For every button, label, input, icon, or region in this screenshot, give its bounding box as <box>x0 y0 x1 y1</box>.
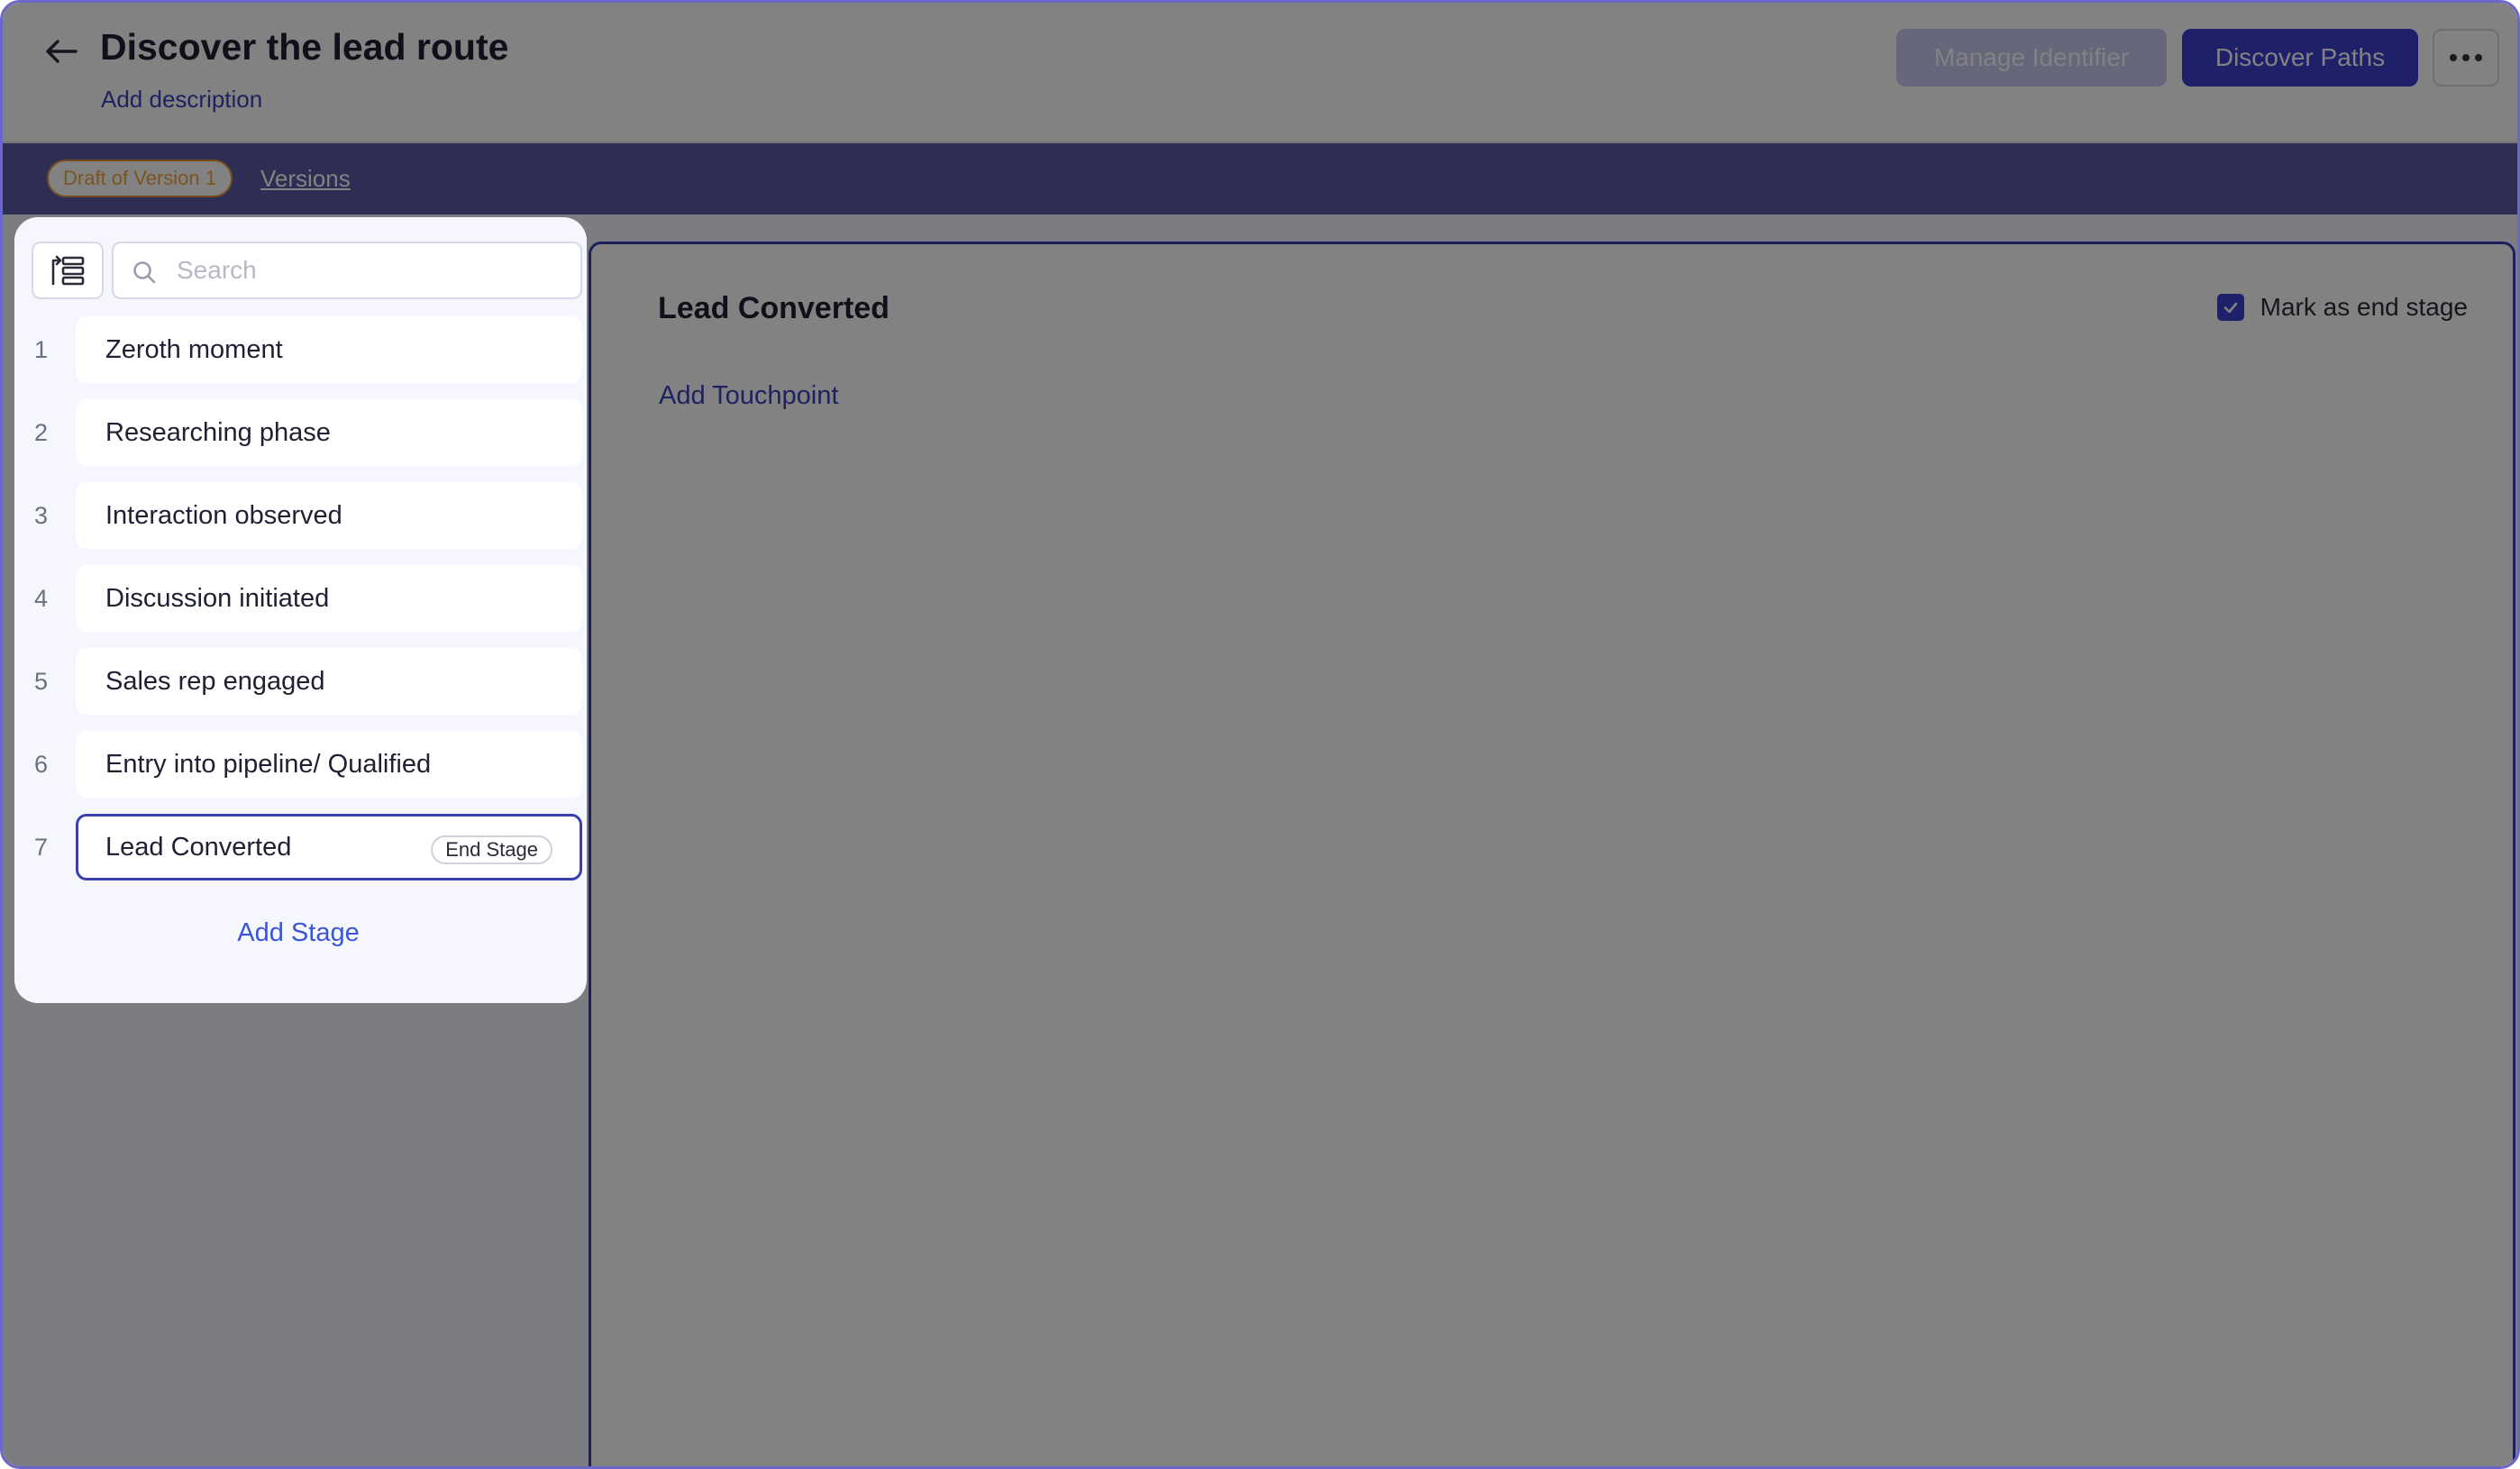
more-options-button[interactable] <box>2433 29 2499 87</box>
page-title: Discover the lead route <box>100 26 509 68</box>
stage-label: Discussion initiated <box>105 583 330 613</box>
stage-number: 4 <box>34 585 49 612</box>
stage-number: 7 <box>34 834 49 861</box>
stage-card[interactable]: Zeroth moment <box>76 316 582 383</box>
draft-version-badge: Draft of Version 1 <box>47 160 233 197</box>
stage-item: 4 Discussion initiated <box>14 565 587 632</box>
tree-structure-icon <box>51 255 85 286</box>
stage-card-selected[interactable]: Lead Converted End Stage <box>76 814 582 880</box>
stage-item: 5 Sales rep engaged <box>14 648 587 715</box>
stage-label: Entry into pipeline/ Qualified <box>105 749 432 779</box>
stage-item: 2 Researching phase <box>14 399 587 466</box>
add-stage-button[interactable]: Add Stage <box>14 918 582 948</box>
version-bar: Draft of Version 1 Versions <box>3 143 2517 214</box>
discover-paths-button[interactable]: Discover Paths <box>2182 29 2418 87</box>
tree-view-button[interactable] <box>32 242 104 299</box>
stage-card[interactable]: Interaction observed <box>76 482 582 549</box>
mark-as-end-stage[interactable]: Mark as end stage <box>2216 293 2468 322</box>
stage-item: 6 Entry into pipeline/ Qualified <box>14 731 587 798</box>
stage-card[interactable]: Discussion initiated <box>76 565 582 632</box>
check-icon <box>2223 302 2237 314</box>
stage-number: 5 <box>34 668 49 695</box>
more-horizontal-icon <box>2447 54 2485 61</box>
stage-label: Zeroth moment <box>105 334 283 364</box>
arrow-left-icon <box>46 40 78 63</box>
stage-number: 3 <box>34 502 49 529</box>
add-touchpoint-link[interactable]: Add Touchpoint <box>659 381 838 411</box>
app-window: Discover the lead route Add description … <box>0 0 2520 1469</box>
stage-label: Lead Converted <box>105 832 292 862</box>
stage-item-selected: 7 Lead Converted End Stage <box>14 814 587 880</box>
stage-detail-title: Lead Converted <box>658 291 890 325</box>
stage-list-panel: 1 Zeroth moment 2 Researching phase 3 In… <box>14 217 587 1003</box>
stage-number: 2 <box>34 419 49 446</box>
stage-label: Sales rep engaged <box>105 666 325 696</box>
versions-link[interactable]: Versions <box>260 165 351 193</box>
search-input[interactable] <box>177 251 564 290</box>
mark-end-label: Mark as end stage <box>2260 293 2468 321</box>
stage-number: 1 <box>34 336 49 363</box>
stage-number: 6 <box>34 751 49 778</box>
page-header: Discover the lead route Add description … <box>3 3 2517 143</box>
end-stage-tag: End Stage <box>431 835 552 864</box>
manage-identifier-button[interactable]: Manage Identifier <box>1896 29 2167 87</box>
stage-label: Interaction observed <box>105 500 342 530</box>
stage-card[interactable]: Researching phase <box>76 399 582 466</box>
add-description-link[interactable]: Add description <box>101 86 262 114</box>
stage-search <box>112 242 582 299</box>
stage-label: Researching phase <box>105 417 331 447</box>
stage-item: 1 Zeroth moment <box>14 316 587 383</box>
stage-item: 3 Interaction observed <box>14 482 587 549</box>
end-stage-checkbox[interactable] <box>2216 294 2244 321</box>
stage-detail-panel: Lead Converted Mark as end stage Add Tou… <box>589 242 2515 1466</box>
stage-card[interactable]: Sales rep engaged <box>76 648 582 715</box>
search-icon <box>133 261 156 284</box>
stage-card[interactable]: Entry into pipeline/ Qualified <box>76 731 582 798</box>
back-button[interactable] <box>41 35 82 68</box>
